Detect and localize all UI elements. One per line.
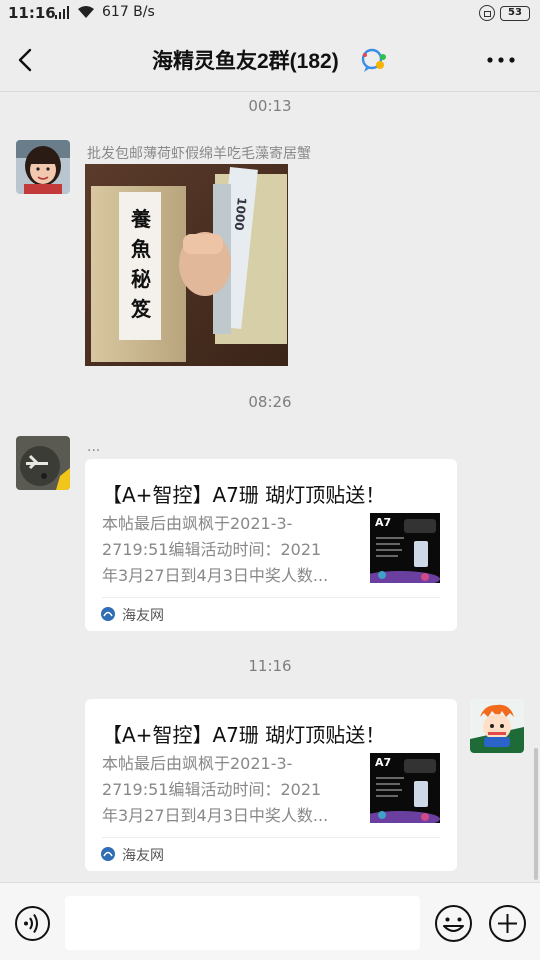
- image-text-char: 魚: [131, 237, 151, 261]
- cellular-signal-icon: [55, 6, 69, 19]
- battery-level: 53: [500, 6, 530, 21]
- more-options-icon[interactable]: [486, 56, 516, 64]
- description-line: 2719:51编辑活动时间：2021: [102, 780, 322, 799]
- chat-title: 海精灵鱼友2群(182): [152, 50, 339, 73]
- status-bar: 11:16 617 B/s 53: [0, 0, 540, 28]
- card-divider: [102, 837, 440, 838]
- chat-header: 海精灵鱼友2群(182): [0, 28, 540, 92]
- image-text-char: 秘: [131, 267, 151, 291]
- link-card-description: 本帖最后由飒枫于2021-3- 2719:51编辑活动时间：2021 年3月27…: [102, 751, 354, 829]
- message-timestamp: 00:13: [248, 97, 292, 115]
- image-message[interactable]: 養 魚 秘 笈 1000: [85, 164, 288, 366]
- avatar[interactable]: [16, 140, 70, 194]
- card-divider: [102, 597, 440, 598]
- description-line: 年3月27日到4月3日中奖人数...: [102, 566, 329, 585]
- avatar[interactable]: [16, 436, 70, 490]
- avatar[interactable]: [470, 699, 524, 753]
- emoji-icon[interactable]: [434, 904, 473, 943]
- child-portrait-icon: [16, 140, 70, 194]
- wifi-icon: [78, 6, 94, 18]
- link-card[interactable]: 【A+智控】A7珊 瑚灯顶贴送！ 本帖最后由飒枫于2021-3- 2719:51…: [85, 459, 457, 631]
- link-card-source: 海友网: [122, 608, 164, 624]
- scrollbar[interactable]: [534, 748, 538, 880]
- message-timestamp: 08:26: [248, 393, 292, 411]
- cartoon-avatar-icon: [470, 699, 524, 753]
- rotation-lock-icon: [479, 5, 495, 21]
- link-card-thumbnail: A7: [370, 753, 440, 823]
- link-card-title: 【A+智控】A7珊 瑚灯顶贴送！: [102, 723, 386, 747]
- description-line: 年3月27日到4月3日中奖人数...: [102, 806, 329, 825]
- source-logo-icon: [101, 607, 115, 621]
- link-card-thumbnail: A7: [370, 513, 440, 583]
- link-card[interactable]: 【A+智控】A7珊 瑚灯顶贴送！ 本帖最后由飒枫于2021-3- 2719:51…: [85, 699, 457, 871]
- link-card-title: 【A+智控】A7珊 瑚灯顶贴送！: [102, 483, 386, 507]
- user-avatar-icon: [16, 436, 70, 490]
- sender-name: 批发包邮薄荷虾假绵羊吃毛藻寄居蟹: [87, 146, 311, 162]
- plus-icon[interactable]: [488, 904, 527, 943]
- sender-name: ...: [87, 439, 101, 455]
- network-speed: 617 B/s: [102, 4, 155, 20]
- description-line: 本帖最后由飒枫于2021-3-: [102, 754, 293, 773]
- link-card-description: 本帖最后由飒枫于2021-3- 2719:51编辑活动时间：2021 年3月27…: [102, 511, 354, 589]
- link-card-source: 海友网: [122, 848, 164, 864]
- source-logo-icon: [101, 847, 115, 861]
- image-text-char: 笈: [131, 297, 151, 321]
- group-chat-icon: [361, 48, 386, 72]
- message-timestamp: 11:16: [248, 657, 292, 675]
- input-toolbar: [0, 882, 540, 960]
- image-text-char: 養: [131, 207, 151, 231]
- voice-input-icon[interactable]: [14, 905, 51, 942]
- description-line: 2719:51编辑活动时间：2021: [102, 540, 322, 559]
- description-line: 本帖最后由飒枫于2021-3-: [102, 514, 293, 533]
- back-arrow-icon[interactable]: [16, 48, 36, 72]
- message-input[interactable]: [65, 896, 420, 950]
- status-time: 11:16: [8, 4, 56, 22]
